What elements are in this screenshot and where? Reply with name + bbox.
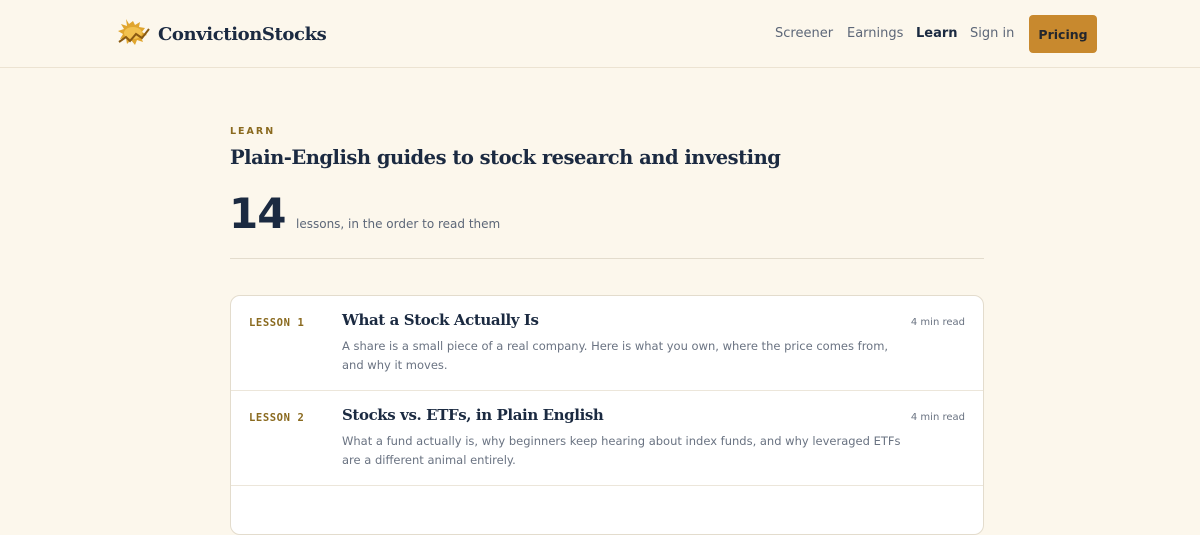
section-eyebrow: LEARN [230, 126, 276, 137]
nav-screener[interactable]: Screener [775, 26, 833, 41]
lesson-read-time: 4 min read [910, 412, 965, 423]
lesson-number: LESSON 2 [249, 412, 305, 424]
lesson-number: LESSON 1 [249, 317, 305, 329]
divider [230, 258, 984, 259]
site-header: ConvictionStocks Screener Earnings Learn… [0, 0, 1200, 68]
lesson-count: 14 [229, 189, 286, 238]
lesson-description: A share is a small piece of a real compa… [342, 339, 889, 372]
lesson-count-label: lessons, in the order to read them [296, 217, 501, 231]
lesson-read-time: 4 min read [910, 317, 965, 328]
page-title: Plain-English guides to stock research a… [230, 146, 781, 169]
lesson-item[interactable]: LESSON 2 Stocks vs. ETFs, in Plain Engli… [231, 391, 983, 486]
lesson-list: LESSON 1 What a Stock Actually Is A shar… [230, 295, 984, 535]
lesson-description: What a fund actually is, why beginners k… [342, 434, 901, 467]
pricing-button[interactable]: Pricing [1029, 15, 1097, 53]
nav-earnings[interactable]: Earnings [847, 26, 903, 41]
brand-logo-link[interactable]: ConvictionStocks [116, 15, 327, 53]
nav-sign-in[interactable]: Sign in [970, 26, 1014, 41]
nav-learn[interactable]: Learn [916, 26, 958, 41]
bull-icon [116, 15, 152, 53]
lesson-title[interactable]: What a Stock Actually Is [342, 311, 539, 329]
lesson-item[interactable]: LESSON 1 What a Stock Actually Is A shar… [231, 296, 983, 391]
lesson-title[interactable]: Stocks vs. ETFs, in Plain English [342, 406, 604, 424]
brand-name: ConvictionStocks [158, 23, 327, 45]
